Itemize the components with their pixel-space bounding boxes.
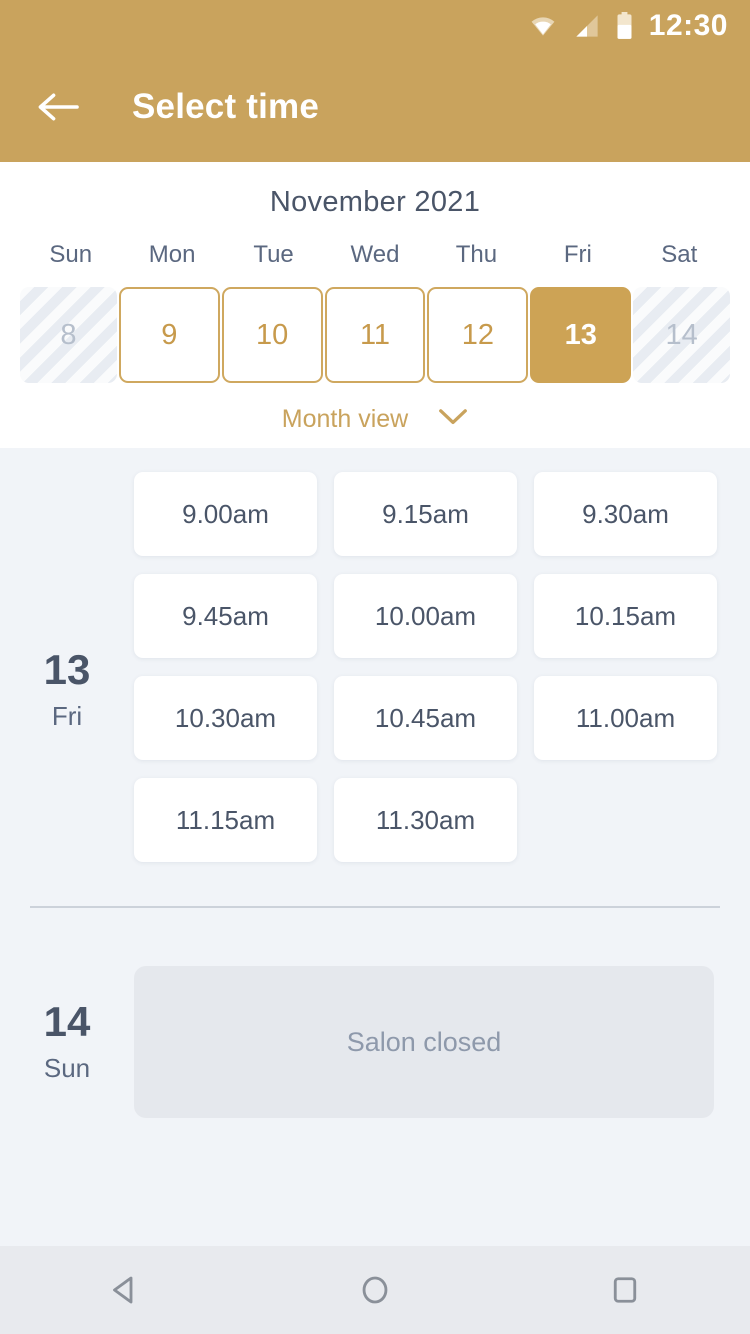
time-slot-button[interactable]: 11.30am [334,778,517,862]
time-slot-button[interactable]: 11.15am [134,778,317,862]
time-slot-button[interactable]: 10.45am [334,676,517,760]
schedule-day-group: 14 Sun Salon closed [0,908,750,1118]
calendar-month-label: November 2021 [269,186,481,218]
time-slot-button[interactable]: 9.30am [534,472,717,556]
app-bar: Select time [0,52,750,162]
time-slot-button[interactable]: 9.15am [334,472,517,556]
schedule-list[interactable]: 13 Fri 9.00am 9.15am 9.30am 9.45am 10.00… [0,448,750,1246]
battery-icon [616,12,633,40]
status-bar: 12:30 [0,0,750,52]
calendar-day-cell: 8 [20,287,117,383]
back-arrow-icon[interactable] [34,83,82,131]
weekday-label: Mon [148,241,196,268]
schedule-day-label: 14 Sun [0,966,134,1118]
back-triangle-icon[interactable] [80,1246,170,1334]
weekday-label: Wed [350,241,400,268]
phone-screen: 12:30 Select time November 2021 Sun Mon … [0,0,750,1334]
calendar-day-cell[interactable]: 11 [324,287,426,383]
calendar-day-cell-selected[interactable]: 13 [530,287,632,383]
time-slot-grid: 9.00am 9.15am 9.30am 9.45am 10.00am 10.1… [134,472,750,862]
schedule-day-label: 13 Fri [0,472,134,862]
time-slot-button[interactable]: 9.00am [134,472,317,556]
weekday-label: Sun [49,241,93,268]
wifi-icon [528,14,558,38]
recents-square-icon[interactable] [580,1246,670,1334]
schedule-day-number: 13 [43,645,91,693]
status-bar-clock: 12:30 [648,9,728,42]
calendar-panel: November 2021 Sun Mon Tue Wed Thu Fri Sa… [0,162,750,448]
month-view-label: Month view [281,405,409,433]
home-circle-icon[interactable] [330,1246,420,1334]
time-slot-button[interactable]: 10.00am [334,574,517,658]
schedule-day-name: Sun [43,1052,91,1083]
weekday-label: Sat [661,241,698,268]
calendar-day-cell[interactable]: 12 [427,287,529,383]
cellular-signal-icon [574,14,600,38]
calendar-day-cell[interactable]: 9 [118,287,220,383]
calendar-day-row: 8 9 10 11 12 13 14 [0,287,750,383]
salon-closed-card: Salon closed [134,966,714,1118]
weekday-label: Fri [563,241,592,268]
schedule-day-group: 13 Fri 9.00am 9.15am 9.30am 9.45am 10.00… [0,448,750,862]
schedule-day-number: 14 [43,997,91,1045]
month-view-toggle[interactable]: Month view [0,405,750,434]
time-slot-button[interactable]: 11.00am [534,676,717,760]
weekday-label: Thu [455,241,498,268]
calendar-day-cell[interactable]: 10 [221,287,323,383]
calendar-day-cell: 14 [633,287,731,383]
schedule-day-name: Fri [51,700,83,731]
time-slot-button[interactable]: 10.30am [134,676,317,760]
android-navigation-bar [0,1246,750,1334]
time-slot-button[interactable]: 10.15am [534,574,717,658]
page-title: Select time [132,87,320,126]
weekday-label: Tue [253,241,294,268]
chevron-down-icon [438,408,468,431]
time-slot-button[interactable]: 9.45am [134,574,317,658]
calendar-weekday-row: Sun Mon Tue Wed Thu Fri Sat [0,241,750,269]
